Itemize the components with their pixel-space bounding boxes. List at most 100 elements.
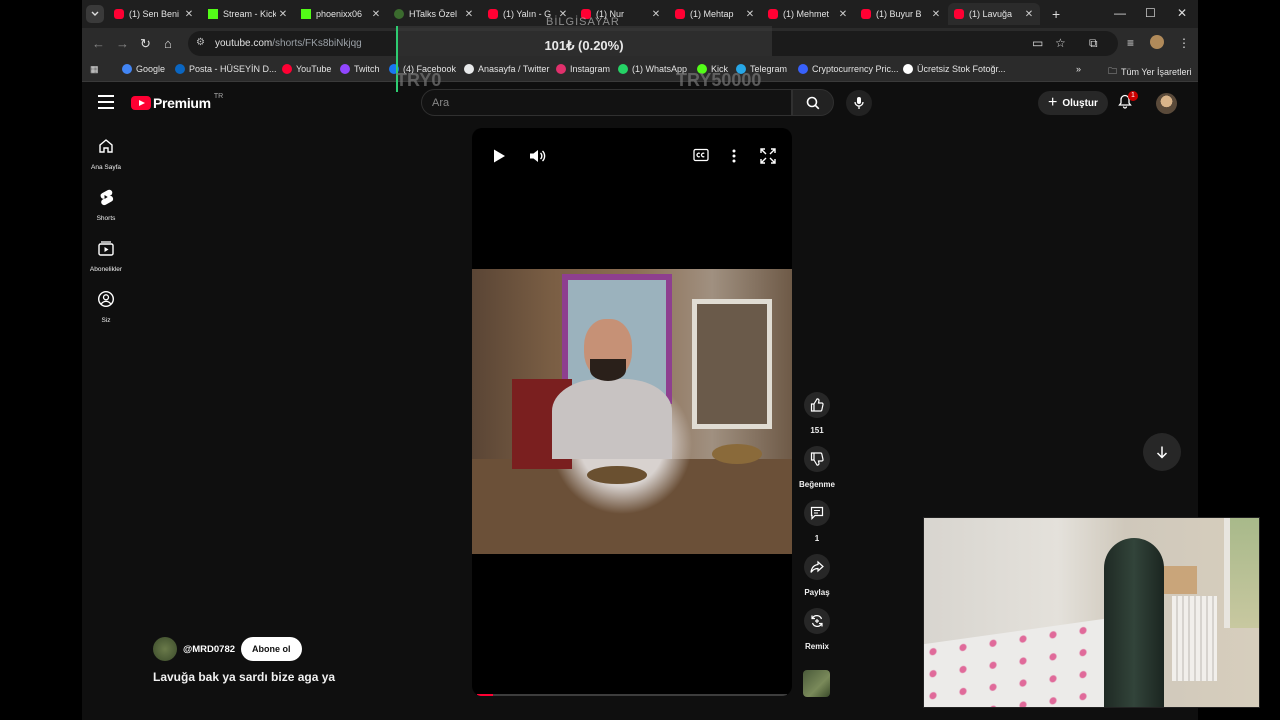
voice-search-button[interactable] xyxy=(846,90,872,116)
browser-tab[interactable]: (1) Mehtap ✕ xyxy=(669,3,761,25)
bookmark-item[interactable]: Google xyxy=(122,64,165,74)
more-options-button[interactable] xyxy=(731,148,737,164)
search-button[interactable] xyxy=(792,89,834,116)
site-info-icon[interactable]: ⚙ xyxy=(196,37,208,49)
comment-count: 1 xyxy=(814,534,820,543)
close-tab-icon[interactable]: ✕ xyxy=(649,9,663,20)
close-tab-icon[interactable]: ✕ xyxy=(1022,9,1036,20)
youtube-icon xyxy=(954,9,964,19)
browser-tab[interactable]: phoenixx06 ✕ xyxy=(295,3,387,25)
bookmark-item[interactable]: YouTube xyxy=(282,64,331,74)
close-tab-icon[interactable]: ✕ xyxy=(743,9,757,20)
new-tab-button[interactable]: + xyxy=(1052,6,1060,22)
nav-you[interactable]: Siz xyxy=(82,290,130,324)
bookmark-item[interactable]: Telegram xyxy=(736,64,787,74)
dislike-button[interactable]: Beğenme xyxy=(798,446,836,489)
volume-button[interactable] xyxy=(529,148,547,164)
bookmark-item[interactable]: Ücretsiz Stok Fotoğr... xyxy=(903,64,1006,74)
bookmark-label: (4) Facebook xyxy=(403,64,457,74)
video-progress-bar[interactable] xyxy=(477,694,787,696)
menu-icon[interactable] xyxy=(98,95,114,109)
video-frame[interactable] xyxy=(472,269,792,554)
notifications-button[interactable]: 1 xyxy=(1118,91,1138,114)
youtube-logo[interactable]: Premium TR xyxy=(131,93,223,111)
tab-title: HTalks Özel xyxy=(409,9,458,19)
nav-label: Ana Sayfa xyxy=(91,164,121,171)
profile-avatar[interactable] xyxy=(1150,35,1164,49)
browser-tab[interactable]: (1) Yalın - G ✕ xyxy=(482,3,574,25)
close-tab-icon[interactable]: ✕ xyxy=(462,9,476,20)
bookmark-item[interactable]: (1) WhatsApp xyxy=(618,64,687,74)
close-tab-icon[interactable]: ✕ xyxy=(369,9,383,20)
subscribe-button[interactable]: Abone ol xyxy=(241,637,302,661)
apps-icon[interactable]: ▦ xyxy=(90,64,99,75)
forward-icon[interactable]: → xyxy=(116,36,129,51)
remix-button[interactable]: Remix xyxy=(798,608,836,651)
next-short-button[interactable] xyxy=(1143,433,1181,471)
channel-handle[interactable]: @MRD0782 xyxy=(183,644,235,655)
kick-icon xyxy=(208,9,218,19)
search-box[interactable] xyxy=(421,89,792,116)
address-bar[interactable]: ⚙ youtube.com/shorts/FKs8biNkjqg xyxy=(188,31,1118,56)
extensions-icon[interactable]: ⧉ xyxy=(1089,36,1098,51)
maximize-button[interactable]: ☐ xyxy=(1145,6,1156,20)
tab-title: Stream - Kick xyxy=(223,9,276,19)
dislike-label: Beğenme xyxy=(798,480,835,489)
bookmark-item[interactable]: Instagram xyxy=(556,64,610,74)
close-tab-icon[interactable]: ✕ xyxy=(836,9,850,20)
bookmark-favicon-icon xyxy=(903,64,913,74)
bookmark-item[interactable]: Anasayfa / Twitter xyxy=(464,64,549,74)
more-bookmarks-icon[interactable]: » xyxy=(1076,64,1081,74)
browser-tab[interactable]: Stream - Kick ✕ xyxy=(202,3,294,25)
close-tab-icon[interactable]: ✕ xyxy=(182,9,196,20)
home-browser-icon[interactable]: ⌂ xyxy=(164,36,172,51)
bookmark-label: Anasayfa / Twitter xyxy=(478,64,550,74)
minimize-button[interactable]: — xyxy=(1114,6,1126,20)
browser-toolbar: ← → ↻ ⌂ ⚙ youtube.com/shorts/FKs8biNkjqg… xyxy=(82,28,1198,60)
bookmark-item[interactable]: Cryptocurrency Pric... xyxy=(798,64,899,74)
bookmark-item[interactable]: Twitch xyxy=(340,64,380,74)
play-button[interactable] xyxy=(492,148,506,164)
tab-strip: (1) Sen Beni ✕ Stream - Kick ✕ phoenixx06 ✕ HT… xyxy=(82,0,1198,28)
like-button[interactable]: 151 xyxy=(798,392,836,435)
bookmark-item[interactable]: (4) Facebook xyxy=(389,64,456,74)
channel-avatar[interactable] xyxy=(153,637,177,661)
bookmark-item[interactable]: Posta - HÜSEYİN D... xyxy=(175,64,277,74)
captions-button[interactable] xyxy=(693,148,709,162)
scene-person-shirt xyxy=(552,379,672,459)
account-avatar[interactable] xyxy=(1156,93,1177,114)
bookmark-item[interactable]: Kick xyxy=(697,64,728,74)
shorts-player[interactable] xyxy=(472,128,792,696)
bookmark-star-icon[interactable]: ☆ xyxy=(1055,36,1066,50)
browser-tab[interactable]: (1) Buyur B ✕ xyxy=(855,3,947,25)
bookmark-favicon-icon xyxy=(340,64,350,74)
browser-tab[interactable]: (1) Mehmet ✕ xyxy=(762,3,854,25)
nav-home[interactable]: Ana Sayfa xyxy=(82,137,130,171)
nav-shorts[interactable]: Shorts xyxy=(82,188,130,222)
close-tab-icon[interactable]: ✕ xyxy=(929,9,943,20)
comments-button[interactable]: 1 xyxy=(798,500,836,543)
bookmark-label: Google xyxy=(136,64,166,74)
browser-tab[interactable]: (1) Nur ✕ xyxy=(575,3,667,25)
fullscreen-button[interactable] xyxy=(760,148,776,164)
nav-subscriptions[interactable]: Abonelikler xyxy=(82,239,130,273)
close-window-button[interactable]: ✕ xyxy=(1177,6,1187,20)
browser-tab[interactable]: (1) Sen Beni ✕ xyxy=(108,3,200,25)
media-controls-icon[interactable]: ≡ xyxy=(1127,36,1134,50)
sound-thumbnail[interactable] xyxy=(803,670,830,697)
browser-tab[interactable]: HTalks Özel ✕ xyxy=(388,3,480,25)
search-input[interactable] xyxy=(432,97,772,109)
all-bookmarks-folder[interactable]: 🗀 Tüm Yer İşaretleri xyxy=(1108,64,1192,80)
browser-tab[interactable]: (1) Lavuğa ✕ xyxy=(948,3,1040,25)
back-icon[interactable]: ← xyxy=(92,36,105,51)
tab-search-button[interactable] xyxy=(86,5,104,23)
share-button[interactable]: Paylaş xyxy=(798,554,836,597)
cast-icon[interactable]: ▭ xyxy=(1032,36,1043,50)
reload-icon[interactable]: ↻ xyxy=(140,36,151,52)
bookmark-favicon-icon xyxy=(618,64,628,74)
browser-menu-icon[interactable]: ⋮ xyxy=(1178,36,1190,50)
close-tab-icon[interactable]: ✕ xyxy=(556,9,570,20)
create-button[interactable]: + Oluştur xyxy=(1038,91,1108,115)
webcam-feed xyxy=(923,517,1260,708)
close-tab-icon[interactable]: ✕ xyxy=(276,9,290,20)
